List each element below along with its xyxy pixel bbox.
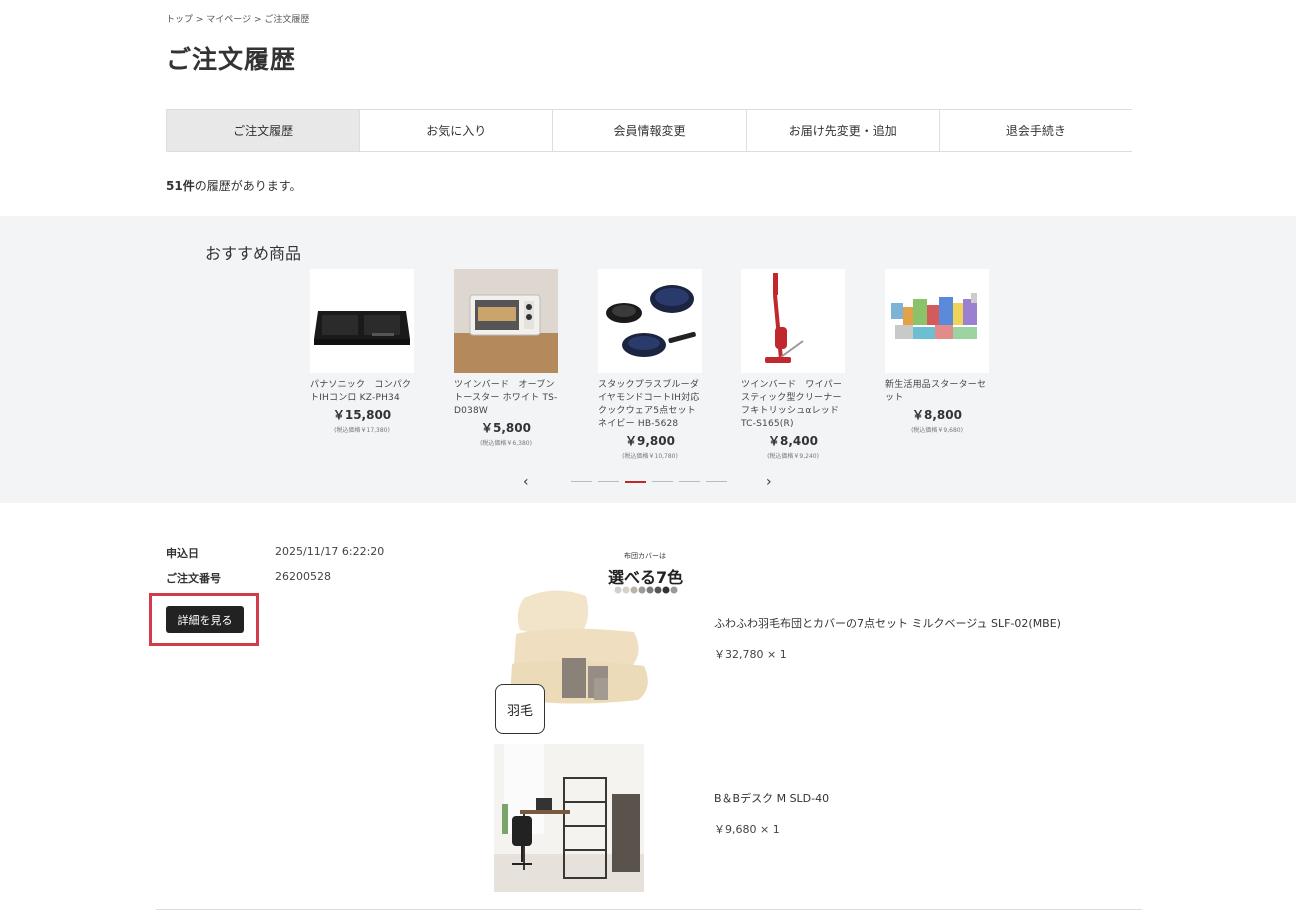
order-number-value: 26200528: [275, 570, 331, 583]
recommended-title: おすすめ商品: [205, 244, 302, 263]
carousel-dots: [571, 480, 727, 483]
product-image[interactable]: [598, 269, 702, 373]
breadcrumb: トップ > マイページ > ご注文履歴: [166, 15, 310, 25]
page-title: ご注文履歴: [166, 45, 297, 74]
product-tax-price: (税込価格￥17,380): [334, 427, 390, 434]
product-name[interactable]: スタックプラスブルーダイヤモンドコートIH対応クックウェア5点セット ネイビー …: [598, 379, 702, 431]
history-count-number: 51件: [166, 179, 195, 193]
product-tax-price: (税込価格￥9,680): [911, 427, 963, 434]
carousel-dot-active[interactable]: [625, 480, 646, 483]
product-name[interactable]: ツインバード ワイパースティック型クリーナー フキトリッシュαレッド TC-S1…: [741, 379, 851, 431]
order-product-image[interactable]: [494, 744, 644, 892]
order-number-label: ご注文番号: [166, 572, 221, 585]
carousel-navigation: ‹ ›: [0, 474, 1296, 490]
recommended-section: おすすめ商品 パナソニック コンパクトIHコンロ KZ-PH34 ￥15,800…: [0, 216, 1296, 503]
product-price: ￥15,800: [332, 408, 392, 422]
product-price: ￥8,800: [912, 408, 962, 422]
order-date-label: 申込日: [166, 547, 199, 560]
product-price: ￥9,800: [625, 434, 675, 448]
product-name[interactable]: 新生活用品スターターセット: [885, 379, 989, 405]
product-image[interactable]: [741, 269, 845, 373]
tab-member-info[interactable]: 会員情報変更: [552, 110, 745, 151]
product-image[interactable]: [885, 269, 989, 373]
product-tax-price: (税込価格￥9,240): [767, 453, 819, 460]
product-price: ￥8,400: [768, 434, 818, 448]
carousel-dot[interactable]: [706, 481, 727, 482]
carousel-dot[interactable]: [679, 481, 700, 482]
down-badge: 羽毛: [495, 684, 545, 734]
history-count-suffix: の履歴があります。: [194, 179, 302, 193]
recommended-item[interactable]: 新生活用品スターターセット ￥8,800 (税込価格￥9,680): [885, 269, 989, 434]
product-image[interactable]: [310, 269, 414, 373]
chevron-right-icon[interactable]: ›: [766, 474, 772, 490]
tab-withdrawal[interactable]: 退会手続き: [938, 110, 1132, 151]
mypage-tabs: ご注文履歴 お気に入り 会員情報変更 お届け先変更・追加 退会手続き: [166, 109, 1132, 152]
product-name[interactable]: ツインバード オーブントースター ホワイト TS-D038W: [454, 379, 558, 418]
recommended-item[interactable]: ツインバード オーブントースター ホワイト TS-D038W ￥5,800 (税…: [454, 269, 558, 447]
carousel-dot[interactable]: [571, 481, 592, 482]
tab-delivery-address[interactable]: お届け先変更・追加: [745, 110, 939, 151]
product-image[interactable]: [454, 269, 558, 373]
chevron-left-icon[interactable]: ‹: [523, 474, 529, 490]
recommended-item[interactable]: パナソニック コンパクトIHコンロ KZ-PH34 ￥15,800 (税込価格￥…: [310, 269, 414, 434]
order-date-value: 2025/11/17 6:22:20: [275, 545, 385, 558]
product-price: ￥5,800: [481, 421, 531, 435]
tab-favorites[interactable]: お気に入り: [359, 110, 552, 151]
order-product-price: ￥32,780 × 1: [714, 648, 787, 661]
order-product-name[interactable]: B＆Bデスク M SLD-40: [714, 790, 829, 806]
order-divider: [156, 909, 1142, 910]
product-tax-price: (税込価格￥10,780): [622, 453, 678, 460]
carousel-dot[interactable]: [598, 481, 619, 482]
product-name[interactable]: パナソニック コンパクトIHコンロ KZ-PH34: [310, 379, 414, 405]
order-product-name[interactable]: ふわふわ羽毛布団とカバーの7点セット ミルクベージュ SLF-02(MBE): [714, 615, 1061, 631]
recommended-item[interactable]: ツインバード ワイパースティック型クリーナー フキトリッシュαレッド TC-S1…: [741, 269, 851, 460]
view-details-button[interactable]: 詳細を見る: [166, 606, 244, 633]
down-badge-label: 羽毛: [506, 703, 533, 719]
order-product-image[interactable]: 布団カバーは 選べる7色 羽毛: [494, 548, 690, 736]
history-count: 51件の履歴があります。: [166, 177, 302, 194]
tab-order-history[interactable]: ご注文履歴: [166, 110, 360, 151]
product-tax-price: (税込価格￥6,380): [480, 440, 532, 447]
carousel-dot[interactable]: [652, 481, 673, 482]
order-product-price: ￥9,680 × 1: [714, 823, 780, 836]
recommended-item[interactable]: スタックプラスブルーダイヤモンドコートIH対応クックウェア5点セット ネイビー …: [598, 269, 702, 460]
